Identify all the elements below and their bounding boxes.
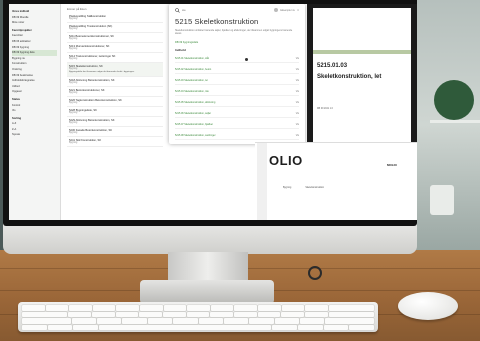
preview-meta-left: Bygning bbox=[283, 187, 292, 189]
search-icon bbox=[175, 7, 180, 13]
close-icon[interactable]: ✕ bbox=[297, 9, 299, 12]
thumbnail-rail[interactable] bbox=[257, 143, 267, 220]
search-field[interactable]: ske bbox=[175, 7, 186, 13]
cursor-dot bbox=[245, 58, 248, 61]
content-row-label: 5215.02 Skeletkonstruktion, beton bbox=[175, 67, 212, 71]
list-item-sub: Bygning bbox=[69, 18, 78, 20]
preview-meta: Bygning Skeletkonstruktion bbox=[283, 187, 324, 189]
list-item-sub: Bygning bbox=[69, 82, 78, 84]
mouse bbox=[398, 292, 458, 320]
content-row-action[interactable]: Vis bbox=[296, 123, 299, 126]
content-row-action[interactable]: Vis bbox=[296, 57, 299, 60]
content-row[interactable]: 5215.03 Skeletkonstruktion, let Vis bbox=[175, 77, 299, 85]
document-band: SKELETKONSTRUKTION bbox=[313, 50, 411, 64]
monitor-foot bbox=[140, 280, 274, 304]
content-row-action[interactable]: Vis bbox=[296, 68, 299, 71]
content-row-label: 5215.06 Skeletkonstruktion, søjler bbox=[175, 111, 212, 115]
content-row-label: 5215.04 Skeletkonstruktion, træ bbox=[175, 89, 209, 93]
content-row-label: 5215.08 Skeletkonstruktion, samlinger bbox=[175, 133, 216, 137]
list-item-sub: Bygning bbox=[69, 142, 78, 144]
list-item-sub: Bygning bbox=[69, 28, 78, 30]
content-row-label: 5215.07 Skeletkonstruktion, bjælker bbox=[175, 122, 214, 126]
list-item[interactable]: 5221 Betonkonstruktioner, SK Bygning bbox=[67, 87, 163, 97]
monitor: Vores indhold DB 09 Moodle Mine noter Fa… bbox=[3, 0, 417, 226]
modal-topbar: ske Eksempler nu ✕ bbox=[175, 7, 299, 13]
list-item-sub: Bygning bbox=[69, 38, 78, 40]
content-row[interactable]: 5215.08 Skeletkonstruktion, samlinger Vis bbox=[175, 132, 299, 140]
content-row[interactable]: 5215.05 Skeletkonstruktion, afstivning Vi… bbox=[175, 99, 299, 107]
preview-strip: OLIO MOLIO Bygning Skeletkonstruktion bbox=[255, 142, 417, 220]
list-item[interactable]: 5218 Afstivning Betonkonstruktion, SK Byg… bbox=[67, 77, 163, 87]
content-row-label: 5215.01 Skeletkonstruktion, stål bbox=[175, 56, 209, 60]
brand-logo-small: MOLIO bbox=[387, 163, 397, 167]
avatar-icon bbox=[274, 8, 279, 12]
list-item-sub: Bygning bbox=[69, 92, 78, 94]
list-item-sub: Bygning bbox=[69, 112, 78, 114]
list-item-sub: Bygning bbox=[69, 102, 78, 104]
list-item-active[interactable]: 5215 Skeletkonstruktion, SK Bygning Bygnin… bbox=[67, 63, 163, 77]
modal-link[interactable]: DB 09 bygningsdele bbox=[175, 41, 299, 44]
list-item-sub: Bygning bbox=[69, 122, 78, 124]
cable bbox=[308, 266, 322, 280]
modal-header-actions: Eksempler nu ✕ bbox=[274, 8, 299, 12]
plant bbox=[434, 80, 474, 120]
list-item[interactable]: Pladsopstilling Trækonstruktion (SK) Bygn… bbox=[67, 23, 163, 33]
results-list: Emner på listen Pladsopstilling Stålkons… bbox=[63, 4, 167, 220]
vase bbox=[430, 185, 454, 215]
content-row[interactable]: 5215.06 Skeletkonstruktion, søjler Vis bbox=[175, 110, 299, 118]
list-item-description: Bygningsdele der tilsammen udgør det bær… bbox=[69, 71, 135, 73]
brand-logo: OLIO bbox=[269, 153, 303, 168]
shelf bbox=[430, 120, 480, 123]
document-footer: DB 09 2021 1.0 bbox=[317, 108, 333, 110]
monitor-chin bbox=[3, 222, 417, 254]
list-item[interactable]: 5226 Tagkonstruktion Betonkonstruktion, … bbox=[67, 97, 163, 107]
list-item-sub: Bygning bbox=[69, 68, 78, 70]
modal-title: 5215 Skeletkonstruktion bbox=[175, 17, 259, 26]
sidebar-item[interactable]: Nyeste bbox=[12, 132, 57, 138]
list-item-sub: Bygning bbox=[69, 58, 78, 60]
content-row[interactable]: 5215.04 Skeletkonstruktion, træ Vis bbox=[175, 88, 299, 96]
modal-content-heading: Indhold bbox=[175, 47, 186, 52]
content-row-action[interactable]: Vis bbox=[296, 90, 299, 93]
modal-description: Skeletkonstruktion omfatter bærende søjl… bbox=[175, 29, 293, 36]
list-item[interactable]: 5211 Betonelementkonstruktioner, SK Bygni… bbox=[67, 33, 163, 43]
sidebar-item[interactable]: Opgaver bbox=[12, 89, 57, 95]
list-item[interactable]: 5214 Trækonstruktioner, isoleringer SK By… bbox=[67, 53, 163, 63]
list-item[interactable]: 5213 Murværkskonstruktioner, SK Bygning bbox=[67, 43, 163, 53]
list-item[interactable]: 5228 Bygningsdele, SK Bygning bbox=[67, 107, 163, 117]
sidebar-item[interactable]: Vis bbox=[12, 108, 57, 114]
content-row-action[interactable]: Vis bbox=[296, 79, 299, 82]
list-item[interactable]: 5241 Stål Konstruktion, SK Bygning bbox=[67, 137, 163, 147]
list-item[interactable]: Pladsopstilling Stålkonstruktion Bygning bbox=[67, 13, 163, 23]
modal-header-right[interactable]: Eksempler nu bbox=[280, 9, 295, 12]
list-item[interactable]: 5229 Afstivning Betonkonstruktion, SK Byg… bbox=[67, 117, 163, 127]
document-name: Skeletkonstruktion, let bbox=[317, 74, 382, 80]
document-code: 5215.01.03 bbox=[317, 63, 348, 69]
list-item-sub: Bygning bbox=[69, 132, 78, 134]
content-row-action[interactable]: Vis bbox=[296, 101, 299, 104]
list-item[interactable]: 5230 Facade Betonkonstruktion, SK Bygning bbox=[67, 127, 163, 137]
keyboard bbox=[18, 302, 378, 332]
content-row-action[interactable]: Vis bbox=[296, 134, 299, 137]
content-row[interactable]: 5215.07 Skeletkonstruktion, bjælker Vis bbox=[175, 121, 299, 129]
detail-modal: ske Eksempler nu ✕ 5215 Skeletkonstrukti… bbox=[169, 4, 305, 144]
content-row-label: 5215.03 Skeletkonstruktion, let bbox=[175, 78, 208, 82]
content-row-action[interactable]: Vis bbox=[296, 112, 299, 115]
content-row[interactable]: 5215.02 Skeletkonstruktion, beton Vis bbox=[175, 66, 299, 74]
list-item-sub: Bygning bbox=[69, 48, 78, 50]
sidebar-item[interactable]: Mine noter bbox=[12, 20, 57, 26]
content-row[interactable]: 5215.01 Skeletkonstruktion, stål Vis bbox=[175, 55, 299, 63]
screen: Vores indhold DB 09 Moodle Mine noter Fa… bbox=[9, 4, 417, 220]
sidebar: Vores indhold DB 09 Moodle Mine noter Fa… bbox=[9, 4, 61, 220]
content-row-label: 5215.05 Skeletkonstruktion, afstivning bbox=[175, 100, 216, 104]
search-input-value: ske bbox=[182, 8, 186, 12]
preview-meta-right: Skeletkonstruktion bbox=[305, 187, 325, 189]
list-header: Emner på listen bbox=[67, 7, 87, 11]
